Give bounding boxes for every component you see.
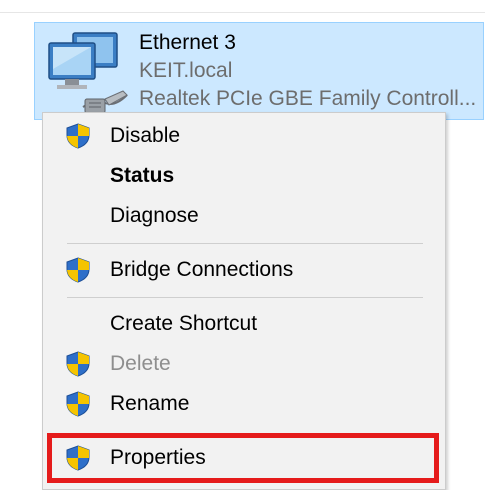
menu-item-properties[interactable]: Properties xyxy=(43,439,445,477)
menu-item-bridge-connections[interactable]: Bridge Connections xyxy=(43,251,445,289)
uac-shield-icon xyxy=(66,123,90,149)
menu-item-label: Status xyxy=(110,164,175,187)
menu-item-disable[interactable]: Disable xyxy=(43,117,445,155)
menu-item-label: Create Shortcut xyxy=(110,312,258,335)
menu-item-diagnose[interactable]: Diagnose xyxy=(43,197,445,235)
menu-separator xyxy=(67,297,423,298)
menu-item-label: Properties xyxy=(110,446,206,469)
menu-item-label: Delete xyxy=(110,352,171,375)
network-adapter-ethernet-3[interactable]: Ethernet 3 KEIT.local Realtek PCIe GBE F… xyxy=(34,22,484,120)
adapter-name: Ethernet 3 xyxy=(139,31,236,54)
uac-shield-icon xyxy=(66,445,90,471)
menu-item-label: Disable xyxy=(110,124,181,147)
menu-item-status[interactable]: Status xyxy=(43,157,445,195)
menu-separator xyxy=(67,243,423,244)
adapter-device: Realtek PCIe GBE Family Controll... xyxy=(139,87,477,110)
network-adapter-icon xyxy=(48,32,128,114)
menu-item-rename[interactable]: Rename xyxy=(43,385,445,423)
menu-item-delete: Delete xyxy=(43,345,445,383)
top-divider xyxy=(0,12,485,13)
menu-item-label: Rename xyxy=(110,392,190,415)
context-menu: Disable Status Diagnose Bridge Connectio… xyxy=(42,112,446,490)
menu-item-label: Diagnose xyxy=(110,204,199,227)
uac-shield-icon xyxy=(66,257,90,283)
menu-item-create-shortcut[interactable]: Create Shortcut xyxy=(43,305,445,343)
menu-item-label: Bridge Connections xyxy=(110,258,294,281)
uac-shield-icon xyxy=(66,351,90,377)
adapter-network: KEIT.local xyxy=(139,59,233,82)
uac-shield-icon xyxy=(66,391,90,417)
